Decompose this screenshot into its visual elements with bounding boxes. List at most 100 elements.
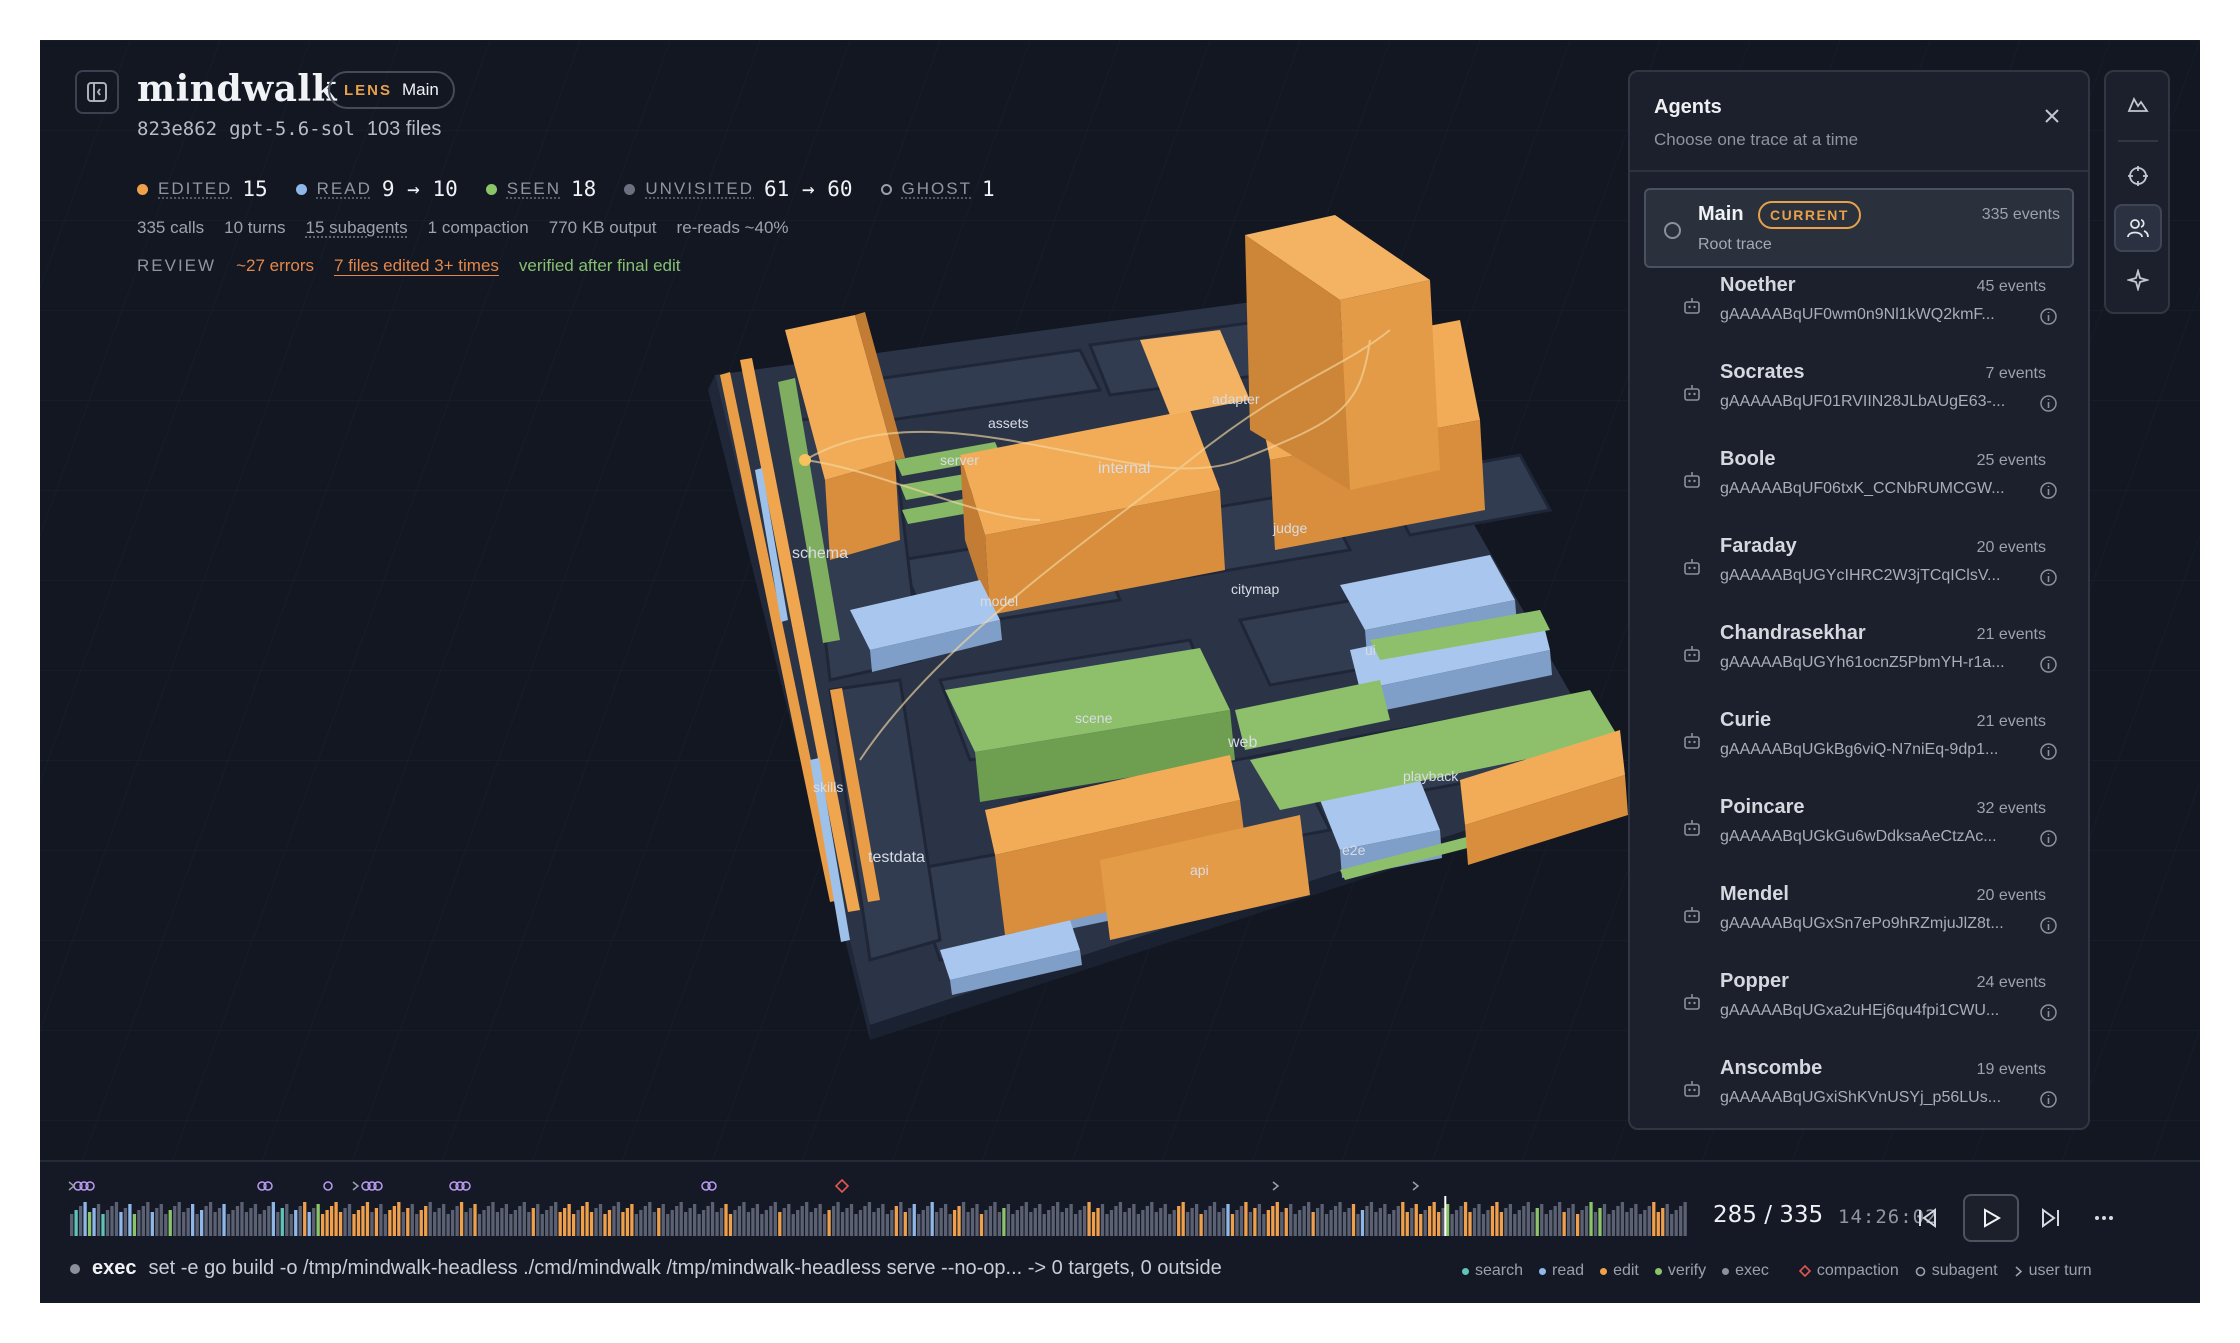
timeline-event[interactable] (1065, 1208, 1069, 1236)
timeline-event[interactable] (1674, 1210, 1678, 1236)
timeline-event[interactable] (137, 1210, 141, 1236)
timeline-event[interactable] (849, 1204, 854, 1236)
timeline-event[interactable] (146, 1202, 150, 1236)
timeline-event[interactable] (728, 1214, 733, 1236)
timeline-event[interactable] (867, 1202, 872, 1236)
timeline-event[interactable] (482, 1210, 486, 1236)
timeline-event[interactable] (1387, 1214, 1391, 1236)
agent-row-chandrasekhar[interactable]: Chandrasekhar 21 events gAAAAABqUGYh61ocnZ… (1644, 616, 2074, 696)
timeline-event[interactable] (997, 1212, 1002, 1236)
timeline-event[interactable] (1580, 1210, 1584, 1236)
timeline-event[interactable] (1235, 1210, 1239, 1236)
info-icon[interactable] (2039, 481, 2058, 500)
timeline-event[interactable] (1620, 1202, 1625, 1236)
timeline-event[interactable] (1383, 1204, 1387, 1236)
timeline-event[interactable] (500, 1208, 504, 1236)
timeline-event[interactable] (1584, 1206, 1589, 1236)
timeline-event[interactable] (1432, 1202, 1436, 1236)
agent-row-boole[interactable]: Boole 25 events gAAAAABqUF06txK_CCNbRUMCGW… (1644, 442, 2074, 522)
timeline-event[interactable] (549, 1206, 553, 1236)
timeline-event[interactable] (1302, 1206, 1306, 1236)
timeline-event[interactable] (415, 1214, 419, 1236)
timeline-event[interactable] (693, 1204, 697, 1236)
timeline-event[interactable] (96, 1204, 101, 1236)
counter-ghost[interactable]: GHOST 1 (880, 177, 995, 201)
timeline-event[interactable] (881, 1204, 885, 1236)
timeline-event[interactable] (908, 1208, 912, 1236)
timeline-event[interactable] (446, 1214, 450, 1236)
timeline-event[interactable] (742, 1202, 746, 1236)
timeline-event[interactable] (791, 1214, 795, 1236)
timeline-event[interactable] (701, 1210, 706, 1236)
agent-main[interactable]: Main CURRENT 335 events Root trace (1644, 188, 2074, 268)
subagent-marker[interactable] (263, 1181, 273, 1191)
timeline-event[interactable] (240, 1202, 244, 1236)
timeline-event[interactable] (773, 1202, 777, 1236)
timeline-event[interactable] (1203, 1210, 1208, 1236)
timeline-event[interactable] (1526, 1202, 1530, 1236)
timeline-event[interactable] (1566, 1208, 1571, 1236)
timeline-event[interactable] (83, 1202, 87, 1236)
timeline-event[interactable] (1217, 1212, 1221, 1236)
timeline-event[interactable] (625, 1208, 630, 1236)
timeline-event[interactable] (1540, 1204, 1544, 1236)
agent-row-popper[interactable]: Popper 24 events gAAAAABqUGxa2uHEj6qu4fpi1… (1644, 964, 2074, 1044)
timeline-event[interactable] (361, 1206, 365, 1236)
timeline-event[interactable] (1284, 1208, 1288, 1236)
timeline-event[interactable] (208, 1202, 213, 1236)
timeline-event[interactable] (1670, 1214, 1674, 1236)
timeline-event[interactable] (1513, 1214, 1517, 1236)
timeline-event[interactable] (433, 1212, 437, 1236)
timeline-event[interactable] (948, 1214, 952, 1236)
subagent-marker[interactable] (461, 1181, 471, 1191)
timeline-event[interactable] (975, 1204, 979, 1236)
timeline-event[interactable] (1338, 1202, 1342, 1236)
timeline-event[interactable] (1347, 1208, 1351, 1236)
timeline-event[interactable] (1616, 1206, 1620, 1236)
timeline-event[interactable] (1575, 1214, 1580, 1236)
timeline-event[interactable] (598, 1204, 603, 1236)
timeline-event[interactable] (226, 1214, 231, 1236)
timeline-event[interactable] (401, 1212, 405, 1236)
focus-button[interactable] (2114, 152, 2162, 200)
timeline-event[interactable] (993, 1202, 997, 1236)
timeline-event[interactable] (724, 1204, 728, 1236)
timeline-event[interactable] (1177, 1206, 1181, 1236)
timeline-event[interactable] (1029, 1212, 1033, 1236)
timeline-event[interactable] (1275, 1202, 1279, 1236)
timeline-event[interactable] (1002, 1208, 1006, 1236)
timeline-event[interactable] (580, 1206, 585, 1236)
timeline-event[interactable] (827, 1210, 831, 1236)
timeline-event[interactable] (1378, 1208, 1383, 1236)
timeline-event[interactable] (285, 1204, 289, 1236)
timeline-event[interactable] (271, 1202, 275, 1236)
timeline-event[interactable] (123, 1208, 128, 1236)
stat-subagents[interactable]: 15 subagents (306, 218, 408, 238)
timeline-event[interactable] (1082, 1206, 1087, 1236)
timeline-event[interactable] (1271, 1206, 1275, 1236)
timeline-event[interactable] (876, 1208, 881, 1236)
timeline-scrubber[interactable] (70, 1196, 1688, 1236)
timeline-event[interactable] (737, 1206, 742, 1236)
timeline-event[interactable] (836, 1202, 840, 1236)
timeline-event[interactable] (984, 1210, 988, 1236)
timeline-event[interactable] (921, 1210, 925, 1236)
timeline-event[interactable] (1665, 1204, 1669, 1236)
timeline-event[interactable] (141, 1206, 145, 1236)
timeline-event[interactable] (159, 1204, 163, 1236)
timeline-event[interactable] (1096, 1208, 1100, 1236)
info-icon[interactable] (2039, 307, 2058, 326)
timeline-event[interactable] (1517, 1210, 1521, 1236)
timeline-event[interactable] (325, 1210, 329, 1236)
timeline-event[interactable] (450, 1210, 455, 1236)
timeline-event[interactable] (1531, 1212, 1535, 1236)
timeline-event[interactable] (755, 1204, 760, 1236)
agent-row-curie[interactable]: Curie 21 events gAAAAABqUGkBg6viQ-N7niEq-9… (1644, 703, 2074, 783)
close-button[interactable] (2038, 102, 2066, 130)
timeline-event[interactable] (1490, 1206, 1495, 1236)
timeline-event[interactable] (733, 1210, 737, 1236)
timeline-event[interactable] (589, 1212, 594, 1236)
timeline-event[interactable] (1011, 1214, 1015, 1236)
timeline-event[interactable] (939, 1208, 943, 1236)
timeline-event[interactable] (164, 1214, 168, 1236)
